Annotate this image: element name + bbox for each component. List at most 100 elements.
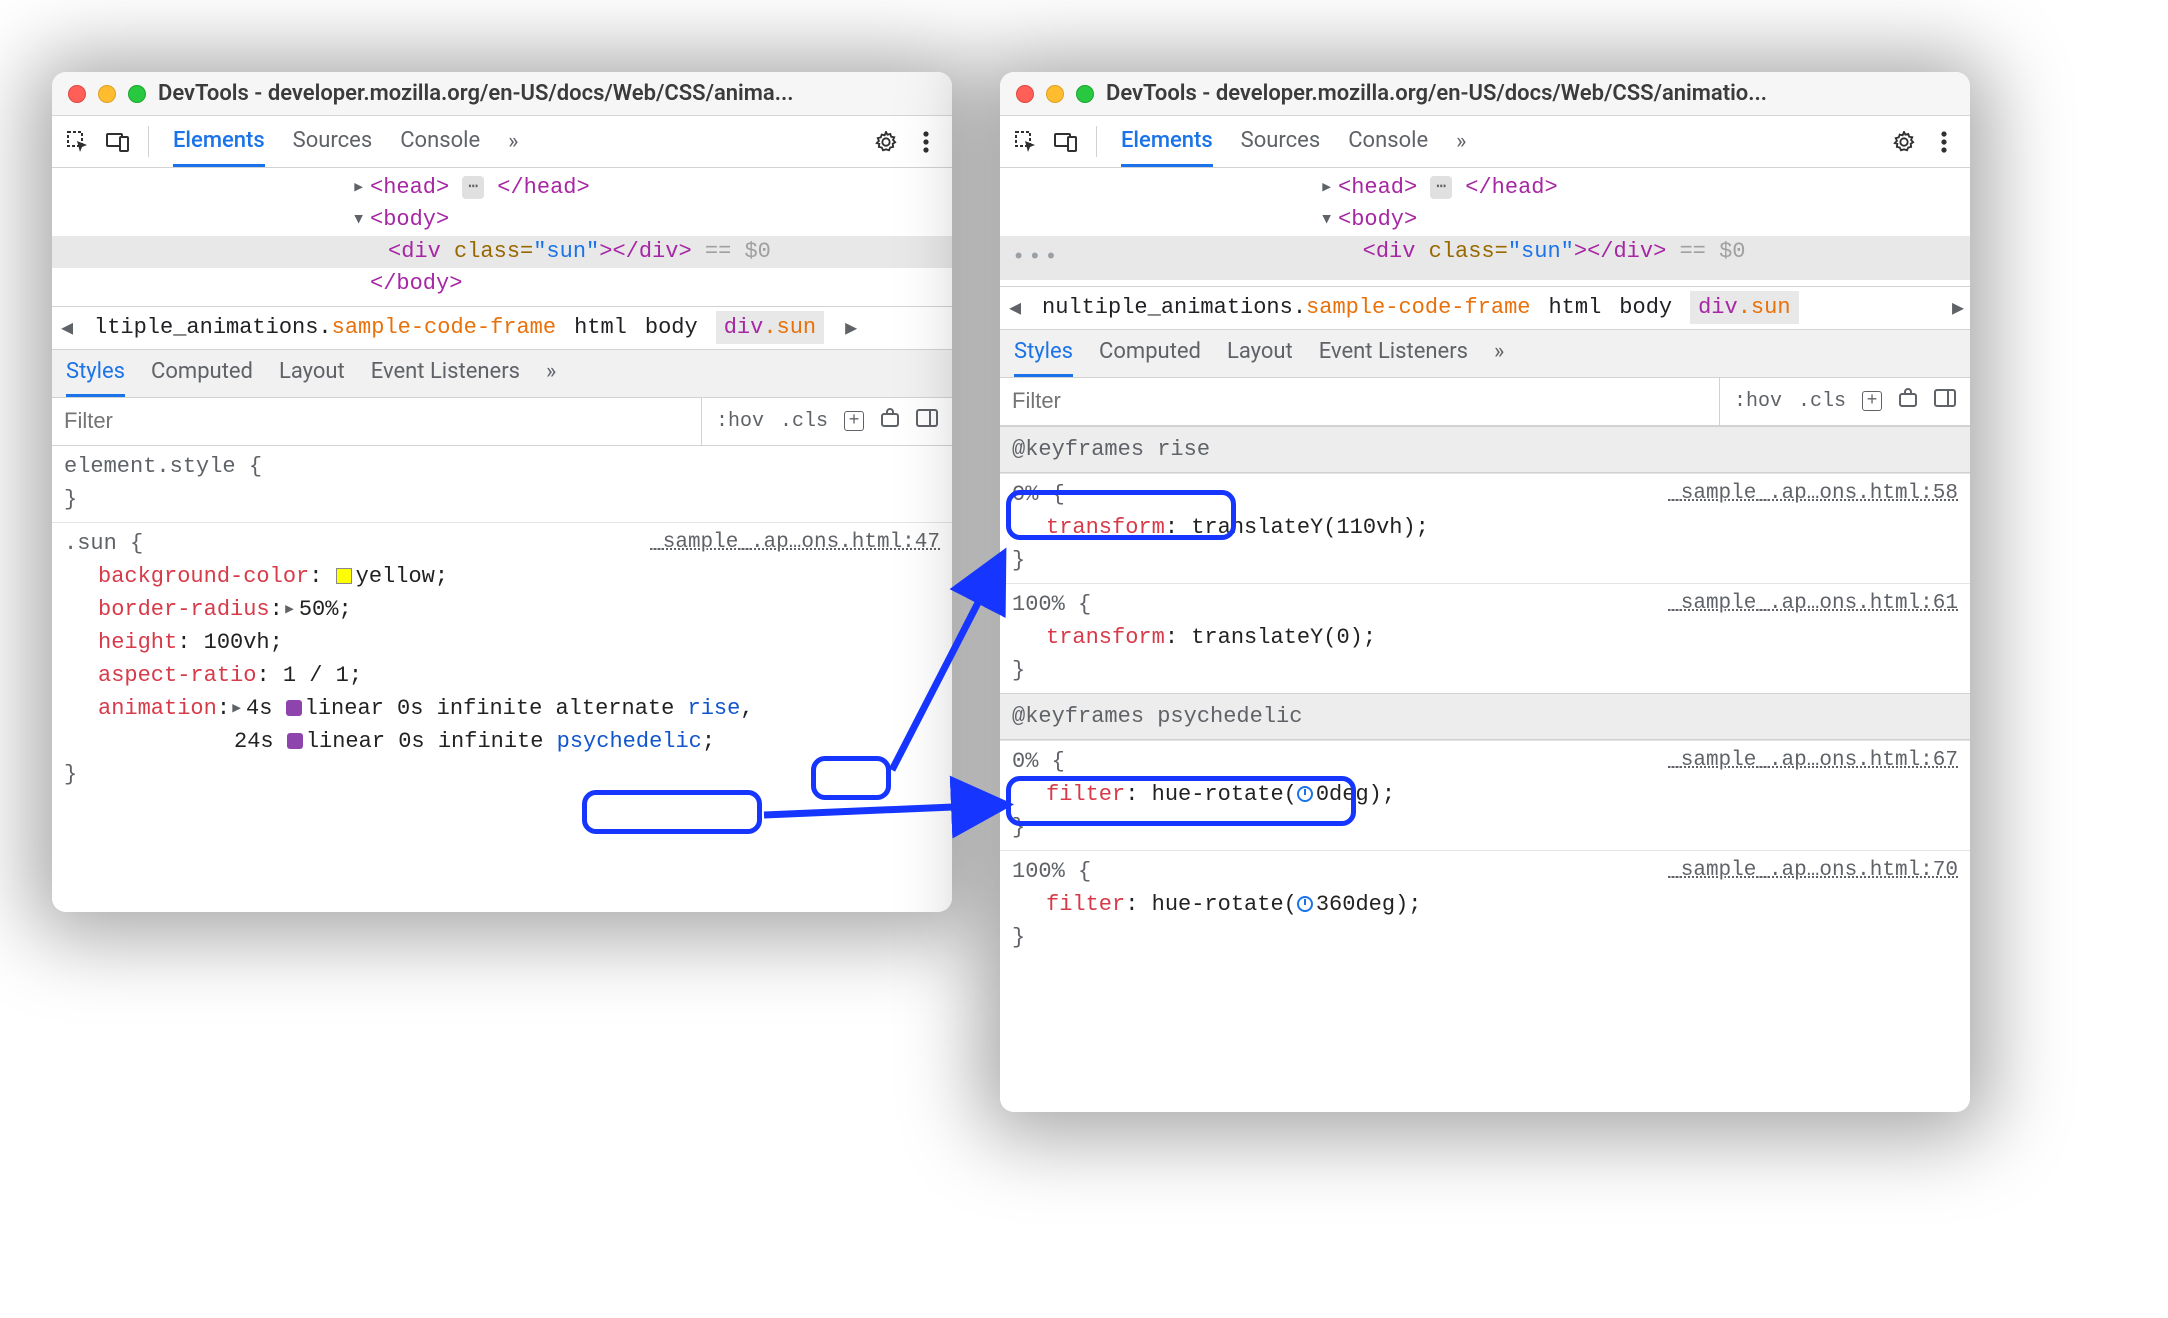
angle-icon[interactable]	[1297, 896, 1313, 912]
prop-filter[interactable]: filter	[1046, 782, 1125, 807]
body-open[interactable]: <body>	[370, 207, 449, 232]
collapsed-icon[interactable]: ⋯	[462, 176, 484, 199]
collapsed-icon[interactable]: ⋯	[1430, 176, 1452, 199]
minimize-icon[interactable]	[98, 85, 116, 103]
crumb-next-icon[interactable]: ▶	[842, 315, 860, 341]
selector-sun[interactable]: .sun {	[64, 531, 143, 556]
head-open[interactable]: <head>	[1338, 175, 1417, 200]
crumb-html[interactable]: html	[574, 315, 627, 340]
subtab-styles[interactable]: Styles	[66, 350, 125, 397]
keyframe-rise-100[interactable]: _sample_.ap…ons.html:61 100% { transform…	[1000, 583, 1970, 693]
keyframe-selector[interactable]: 100% {	[1012, 859, 1091, 884]
sidebar-toggle-icon[interactable]	[1934, 389, 1956, 414]
tab-sources[interactable]: Sources	[1241, 116, 1321, 167]
subtab-more-icon[interactable]: »	[546, 350, 556, 397]
subtab-event-listeners[interactable]: Event Listeners	[371, 350, 520, 397]
filter-input[interactable]	[52, 398, 701, 445]
prop-aspect-ratio[interactable]: aspect-ratio	[98, 663, 256, 688]
rule-sun[interactable]: _sample_.ap…ons.html:47 .sun { backgroun…	[52, 522, 952, 797]
subtab-more-icon[interactable]: »	[1494, 330, 1504, 377]
styles-panel[interactable]: @keyframes rise _sample_.ap…ons.html:58 …	[1000, 426, 1970, 1112]
keyframes-link-psychedelic[interactable]: psychedelic	[557, 729, 702, 754]
tab-elements[interactable]: Elements	[173, 116, 265, 167]
settings-icon[interactable]	[870, 126, 902, 158]
tab-console[interactable]: Console	[1348, 116, 1428, 167]
keyframes-link-rise[interactable]: rise	[688, 696, 741, 721]
row-actions-icon[interactable]: •••	[1000, 236, 1073, 280]
device-mode-icon[interactable]	[102, 126, 134, 158]
hov-toggle[interactable]: :hov	[1734, 390, 1782, 413]
maximize-icon[interactable]	[1076, 85, 1094, 103]
subtab-styles[interactable]: Styles	[1014, 330, 1073, 377]
origin[interactable]: _sample_.ap…ons.html:70	[1668, 855, 1958, 887]
subtab-event-listeners[interactable]: Event Listeners	[1319, 330, 1468, 377]
device-mode-icon[interactable]	[1050, 126, 1082, 158]
tab-sources[interactable]: Sources	[293, 116, 373, 167]
inspect-icon[interactable]	[1010, 126, 1042, 158]
prop-background-color[interactable]: background-color	[98, 564, 309, 589]
keyframes-header-psychedelic[interactable]: @keyframes psychedelic	[1000, 693, 1970, 740]
div-open[interactable]: <div	[388, 239, 441, 264]
crumb-prev-icon[interactable]: ◀	[1006, 295, 1024, 321]
minimize-icon[interactable]	[1046, 85, 1064, 103]
selector-element-style[interactable]: element.style {	[64, 454, 262, 479]
more-tabs-icon[interactable]: »	[1456, 129, 1466, 154]
prop-border-radius[interactable]: border-radius	[98, 597, 270, 622]
keyframe-psy-0[interactable]: _sample_.ap…ons.html:67 0% { filter: hue…	[1000, 740, 1970, 850]
inspect-icon[interactable]	[62, 126, 94, 158]
crumb-frame[interactable]: ltiple_animations.sample-code-frame	[94, 315, 556, 340]
keyframe-selector[interactable]: 100% {	[1012, 592, 1091, 617]
crumb-prev-icon[interactable]: ◀	[58, 315, 76, 341]
keyframe-psy-100[interactable]: _sample_.ap…ons.html:70 100% { filter: h…	[1000, 850, 1970, 960]
crumb-divsun[interactable]: div.sun	[1690, 291, 1798, 324]
origin[interactable]: _sample_.ap…ons.html:58	[1668, 478, 1958, 510]
subtab-computed[interactable]: Computed	[1099, 330, 1201, 377]
rule-origin[interactable]: _sample_.ap…ons.html:47	[650, 527, 940, 559]
keyframe-rise-0[interactable]: _sample_.ap…ons.html:58 0% { transform: …	[1000, 473, 1970, 583]
kebab-menu-icon[interactable]	[1928, 126, 1960, 158]
prop-filter[interactable]: filter	[1046, 892, 1125, 917]
origin[interactable]: _sample_.ap…ons.html:61	[1668, 588, 1958, 620]
rendering-icon[interactable]	[880, 408, 900, 435]
angle-icon[interactable]	[1297, 786, 1313, 802]
keyframe-selector[interactable]: 0% {	[1012, 749, 1065, 774]
subtab-computed[interactable]: Computed	[151, 350, 253, 397]
crumb-body[interactable]: body	[645, 315, 698, 340]
rule-element-style[interactable]: element.style { }	[52, 446, 952, 522]
crumb-frame[interactable]: nultiple_animations.sample-code-frame	[1042, 295, 1530, 320]
cls-toggle[interactable]: .cls	[780, 410, 828, 433]
styles-panel[interactable]: element.style { } _sample_.ap…ons.html:4…	[52, 446, 952, 912]
keyframes-header-rise[interactable]: @keyframes rise	[1000, 426, 1970, 473]
head-open[interactable]: <head>	[370, 175, 449, 200]
prop-height[interactable]: height	[98, 630, 177, 655]
more-tabs-icon[interactable]: »	[508, 129, 518, 154]
elements-tree[interactable]: ▸<head> ⋯ </head> ▾<body> <div class="su…	[52, 168, 952, 306]
crumb-body[interactable]: body	[1619, 295, 1672, 320]
body-open[interactable]: <body>	[1338, 207, 1417, 232]
selected-row[interactable]: ••• <div class="sun"></div> == $0	[1000, 236, 1970, 280]
crumb-divsun[interactable]: div.sun	[716, 311, 824, 344]
subtab-layout[interactable]: Layout	[1227, 330, 1293, 377]
origin[interactable]: _sample_.ap…ons.html:67	[1668, 745, 1958, 777]
keyframe-selector[interactable]: 0% {	[1012, 482, 1065, 507]
new-rule-icon[interactable]: +	[1862, 391, 1882, 411]
filter-input[interactable]	[1000, 378, 1719, 425]
maximize-icon[interactable]	[128, 85, 146, 103]
new-rule-icon[interactable]: +	[844, 411, 864, 431]
prop-animation[interactable]: animation	[98, 696, 217, 721]
prop-transform[interactable]: transform	[1046, 515, 1165, 540]
hov-toggle[interactable]: :hov	[716, 410, 764, 433]
settings-icon[interactable]	[1888, 126, 1920, 158]
subtab-layout[interactable]: Layout	[279, 350, 345, 397]
crumb-next-icon[interactable]: ▶	[1817, 295, 1964, 321]
color-swatch-icon[interactable]	[336, 568, 352, 584]
close-icon[interactable]	[68, 85, 86, 103]
bezier-icon[interactable]	[287, 733, 303, 749]
bezier-icon[interactable]	[286, 700, 302, 716]
kebab-menu-icon[interactable]	[910, 126, 942, 158]
crumb-html[interactable]: html	[1548, 295, 1601, 320]
close-icon[interactable]	[1016, 85, 1034, 103]
elements-tree[interactable]: ▸<head> ⋯ </head> ▾<body> ••• <div class…	[1000, 168, 1970, 286]
rendering-icon[interactable]	[1898, 388, 1918, 415]
tab-console[interactable]: Console	[400, 116, 480, 167]
